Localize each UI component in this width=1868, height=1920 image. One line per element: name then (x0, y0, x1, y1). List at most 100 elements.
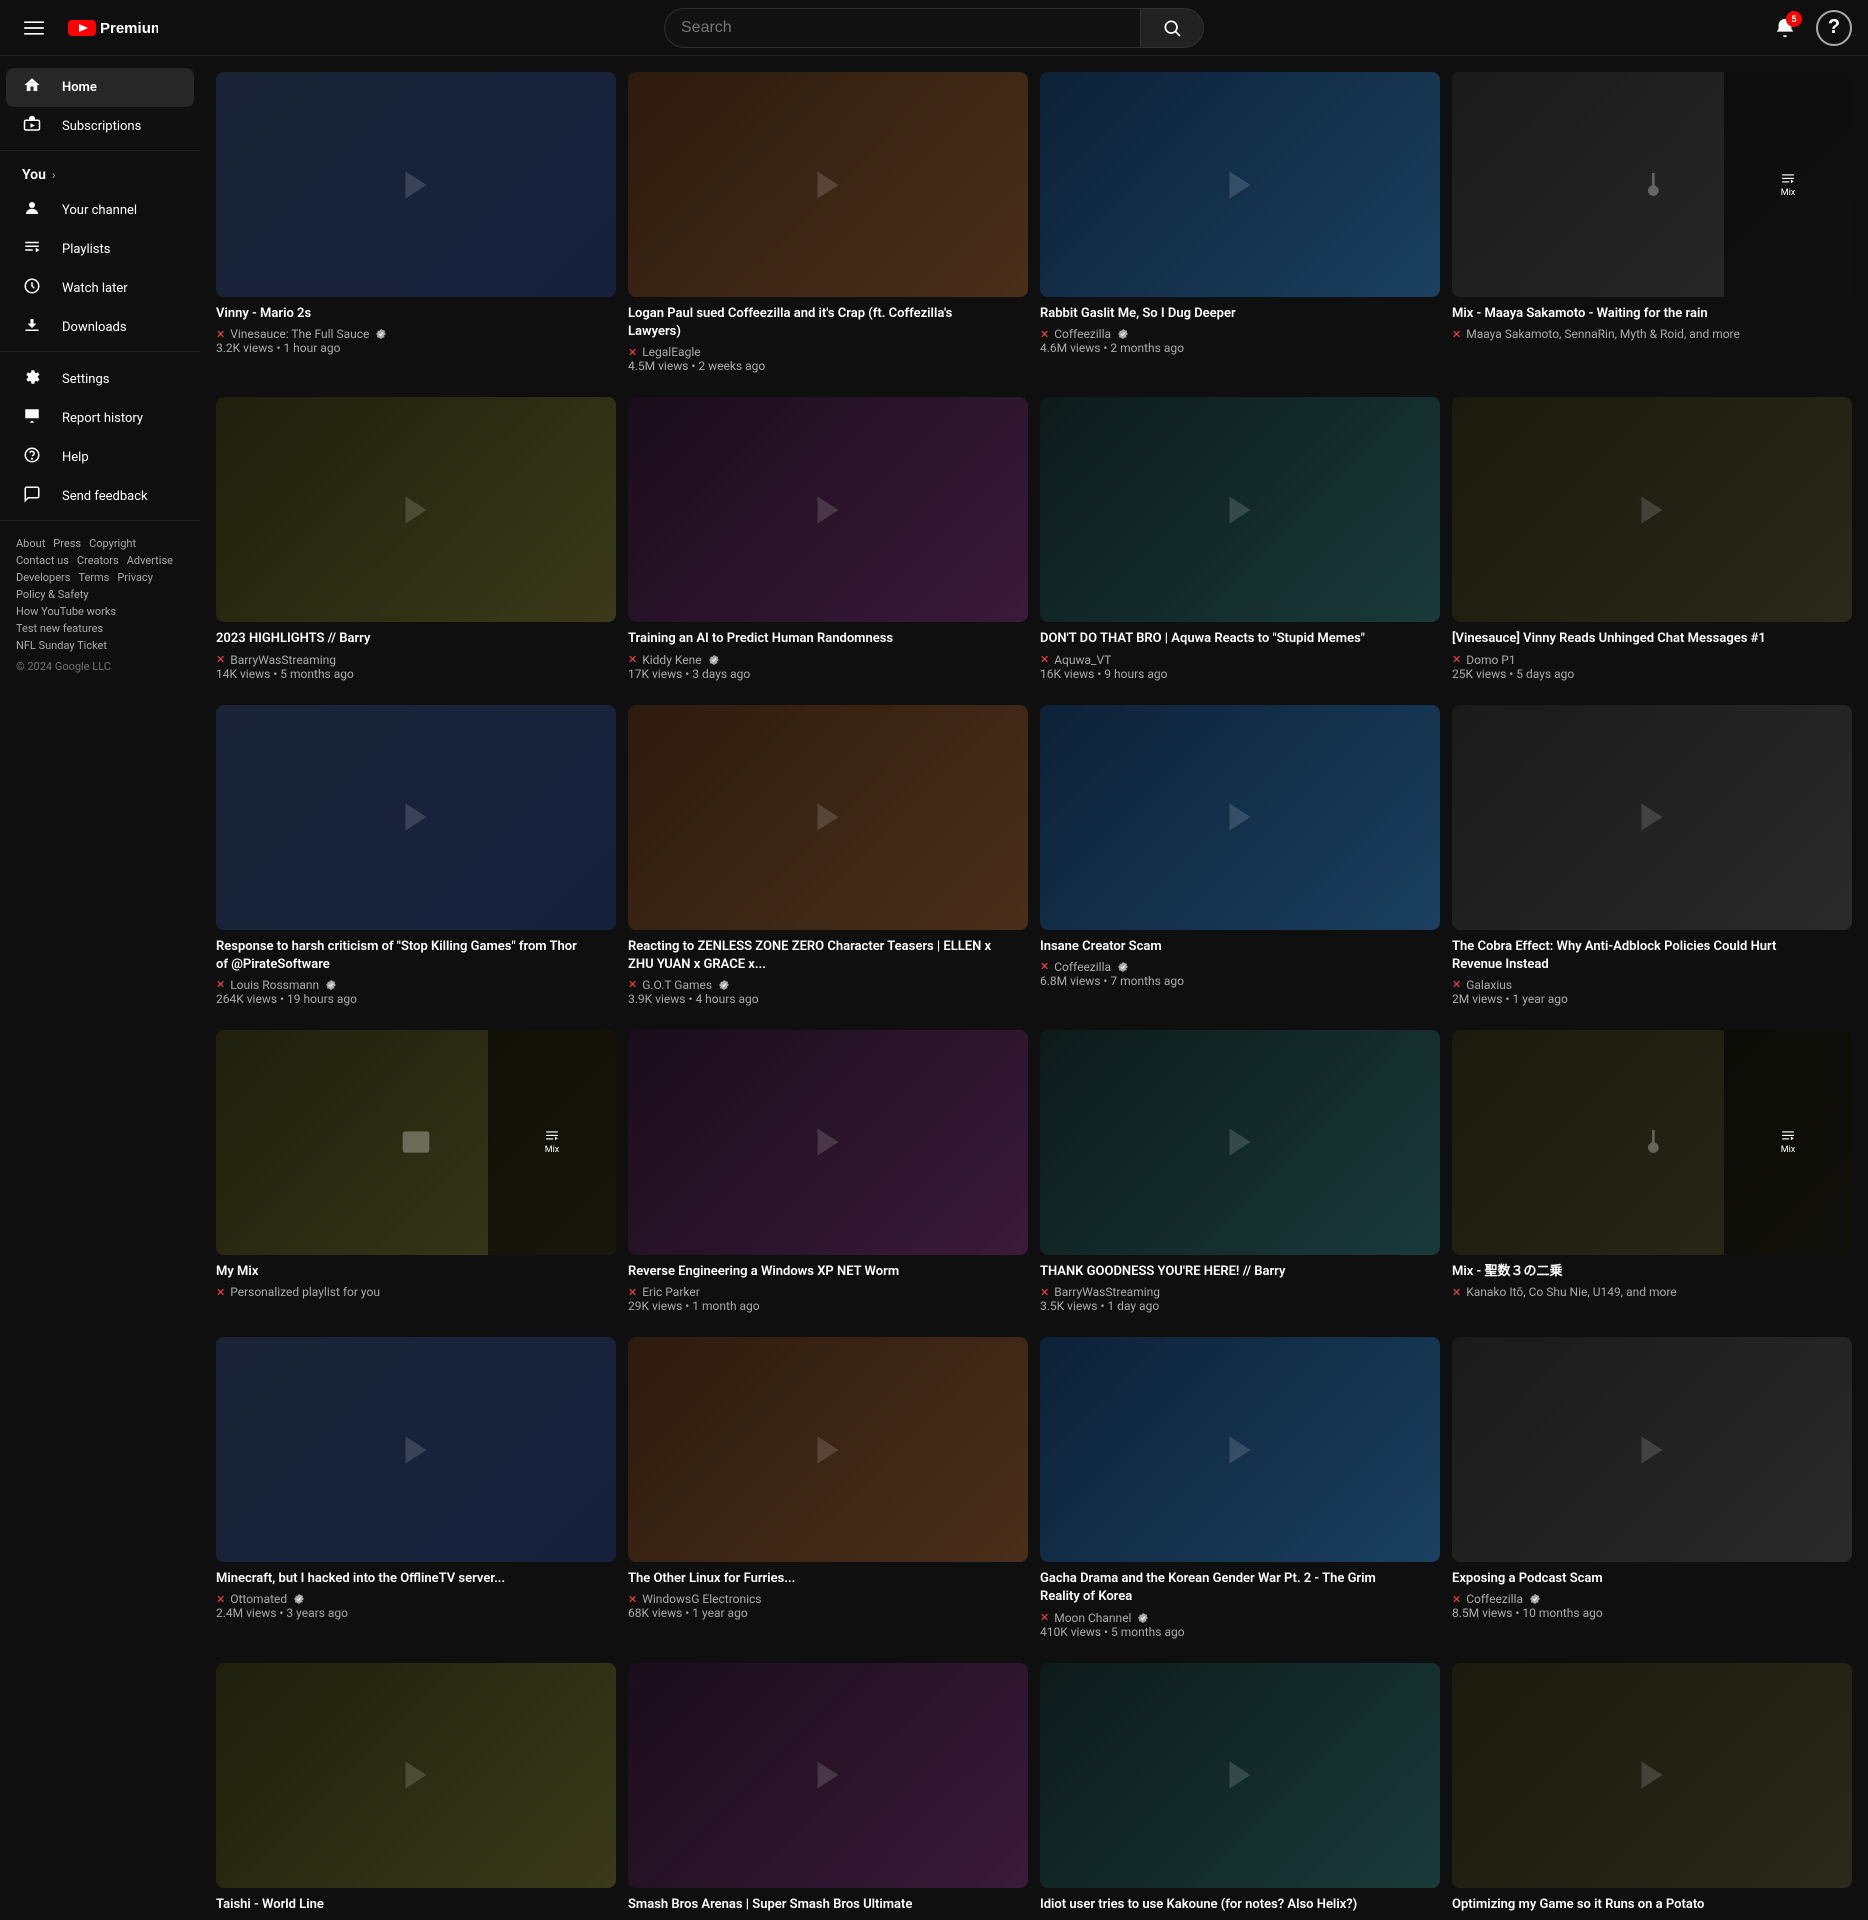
video-card[interactable]: Reacting to ZENLESS ZONE ZERO Character … (628, 705, 1028, 1014)
sidebar-item-subscriptions[interactable]: Subscriptions (6, 107, 194, 146)
video-channel[interactable]: ✕ SplatBri Twitch Archives (628, 1918, 996, 1920)
video-card[interactable]: Taishi - World Line ✕ Talvi 94K views • … (216, 1663, 616, 1920)
sidebar-item-report-history[interactable]: Report history (6, 399, 194, 438)
video-card[interactable]: Idiot user tries to use Kakoune (for not… (1040, 1663, 1440, 1920)
sidebar-item-your-channel[interactable]: Your channel (6, 191, 194, 230)
video-info: Insane Creator Scam ✕ Coffeezilla 6.8M v… (1040, 930, 1440, 996)
video-channel[interactable]: ✕ By Default (1040, 1918, 1408, 1920)
video-stats: 14K views • 5 months ago (216, 667, 584, 681)
footer-terms[interactable]: Terms (78, 571, 109, 584)
video-channel[interactable]: ✕ Coffeezilla (1452, 1592, 1820, 1606)
video-channel[interactable]: ✕ Louis Rossmann (216, 978, 584, 992)
video-card[interactable]: Mix Mix - 聖数３の二乗 ✕ Kanako Itō, Co Shu Ni… (1452, 1030, 1852, 1321)
video-meta: Vinny - Mario 2s ✕ Vinesauce: The Full S… (216, 305, 584, 355)
sidebar-you-button[interactable]: You › (6, 159, 194, 191)
footer-advertise[interactable]: Advertise (127, 554, 173, 567)
video-channel[interactable]: ✕ WindowsG Electronics (628, 1592, 996, 1606)
video-channel[interactable]: ✕ Vinesauce: The Full Sauce (216, 327, 584, 341)
video-channel[interactable]: ✕ Moon Channel (1040, 1611, 1408, 1625)
video-thumbnail: Mix (1452, 72, 1852, 297)
video-card[interactable]: Mix My Mix ✕ Personalized playlist for y… (216, 1030, 616, 1321)
video-title: Training an AI to Predict Human Randomne… (628, 630, 996, 648)
video-card[interactable]: The Other Linux for Furries... ✕ Windows… (628, 1337, 1028, 1646)
youtube-logo[interactable]: Premium (68, 18, 158, 38)
sidebar-item-send-feedback[interactable]: Send feedback (6, 477, 194, 516)
video-stats: 4.6M views • 2 months ago (1040, 341, 1408, 355)
footer-creators[interactable]: Creators (77, 554, 119, 567)
help-button[interactable]: ? (1816, 10, 1852, 46)
video-card[interactable]: DON'T DO THAT BRO | Aquwa Reacts to "Stu… (1040, 397, 1440, 688)
video-channel[interactable]: ✕ BarryWasStreaming (1040, 1285, 1408, 1299)
video-thumbnail (628, 705, 1028, 930)
video-channel[interactable]: ✕ Maaya Sakamoto, SennaRin, Myth & Roid,… (1452, 327, 1820, 341)
footer-policy[interactable]: Policy & Safety (16, 588, 89, 601)
video-card[interactable]: Rabbit Gaslit Me, So I Dug Deeper ✕ Coff… (1040, 72, 1440, 381)
video-channel[interactable]: ✕ Kiddy Kene (628, 653, 996, 667)
video-card[interactable]: Exposing a Podcast Scam ✕ Coffeezilla 8.… (1452, 1337, 1852, 1646)
video-thumbnail (1040, 705, 1440, 930)
video-channel[interactable]: ✕ Eric Parker (628, 1285, 996, 1299)
video-channel[interactable]: ✕ BarryWasStreaming (216, 653, 584, 667)
video-channel[interactable]: ✕ Galaxius (1452, 978, 1820, 992)
video-card[interactable]: Reverse Engineering a Windows XP NET Wor… (628, 1030, 1028, 1321)
video-channel[interactable]: ✕ Talvi (216, 1918, 584, 1920)
channel-name: Coffeezilla (1466, 1592, 1523, 1606)
video-card[interactable]: Vinny - Mario 2s ✕ Vinesauce: The Full S… (216, 72, 616, 381)
video-card[interactable]: Training an AI to Predict Human Randomne… (628, 397, 1028, 688)
footer-contact[interactable]: Contact us (16, 554, 69, 567)
video-channel[interactable]: ✕ G.O.T Games (628, 978, 996, 992)
video-channel[interactable]: ✕ Aquwa_VT (1040, 653, 1408, 667)
help-icon (22, 446, 42, 469)
menu-button[interactable] (16, 10, 52, 46)
video-channel[interactable]: ✕ Coffeezilla (1040, 327, 1408, 341)
video-card[interactable]: Logan Paul sued Coffeezilla and it's Cra… (628, 72, 1028, 381)
footer-copyright[interactable]: Copyright (89, 537, 136, 550)
footer-nfl[interactable]: NFL Sunday Ticket (16, 639, 107, 652)
sidebar-item-playlists[interactable]: Playlists (6, 230, 194, 269)
footer-privacy[interactable]: Privacy (117, 571, 153, 584)
search-input[interactable] (664, 8, 1140, 48)
video-channel[interactable]: ✕ Kanako Itō, Co Shu Nie, U149, and more (1452, 1285, 1820, 1299)
video-card[interactable]: 2023 HIGHLIGHTS // Barry ✕ BarryWasStrea… (216, 397, 616, 688)
video-info: My Mix ✕ Personalized playlist for you ⋮ (216, 1255, 616, 1307)
video-card[interactable]: Mix Mix - Maaya Sakamoto - Waiting for t… (1452, 72, 1852, 381)
channel-x-icon: ✕ (216, 653, 225, 666)
video-channel[interactable]: ✕ Domo P1 (1452, 653, 1820, 667)
settings-icon (22, 368, 42, 391)
video-card[interactable]: Insane Creator Scam ✕ Coffeezilla 6.8M v… (1040, 705, 1440, 1014)
sidebar-item-home[interactable]: Home (6, 68, 194, 107)
search-button[interactable] (1140, 8, 1204, 48)
svg-text:Premium: Premium (100, 20, 158, 37)
footer-press[interactable]: Press (53, 537, 81, 550)
video-channel[interactable]: ✕ LegalEagle (628, 345, 996, 359)
video-card[interactable]: Smash Bros Arenas | Super Smash Bros Ult… (628, 1663, 1028, 1920)
sidebar-item-downloads[interactable]: Downloads (6, 308, 194, 347)
video-channel[interactable]: ✕ Coffeezilla (1040, 960, 1408, 974)
video-card[interactable]: Minecraft, but I hacked into the Offline… (216, 1337, 616, 1646)
footer-about[interactable]: About (16, 537, 45, 550)
video-card[interactable]: Optimizing my Game so it Runs on a Potat… (1452, 1663, 1852, 1920)
video-channel[interactable]: ✕ Ottomated (216, 1592, 584, 1606)
video-title: [Vinesauce] Vinny Reads Unhinged Chat Me… (1452, 630, 1820, 648)
video-card[interactable]: [Vinesauce] Vinny Reads Unhinged Chat Me… (1452, 397, 1852, 688)
video-card[interactable]: Response to harsh criticism of "Stop Kil… (216, 705, 616, 1014)
sidebar-item-settings[interactable]: Settings (6, 360, 194, 399)
video-card[interactable]: THANK GOODNESS YOU'RE HERE! // Barry ✕ B… (1040, 1030, 1440, 1321)
sidebar-item-help[interactable]: Help (6, 438, 194, 477)
video-channel[interactable]: ✕ Blargis (1452, 1918, 1820, 1920)
notifications-button[interactable]: 5 (1766, 9, 1804, 47)
video-thumbnail (1452, 705, 1852, 930)
subscriptions-label: Subscriptions (62, 119, 141, 134)
video-info: Gacha Drama and the Korean Gender War Pt… (1040, 1562, 1440, 1646)
downloads-icon (22, 316, 42, 339)
video-channel[interactable]: ✕ Personalized playlist for you (216, 1285, 584, 1299)
video-meta: [Vinesauce] Vinny Reads Unhinged Chat Me… (1452, 630, 1820, 680)
video-stats: 6.8M views • 7 months ago (1040, 974, 1408, 988)
sidebar-item-watch-later[interactable]: Watch later (6, 269, 194, 308)
video-card[interactable]: Gacha Drama and the Korean Gender War Pt… (1040, 1337, 1440, 1646)
footer-test-features[interactable]: Test new features (16, 622, 103, 635)
video-card[interactable]: The Cobra Effect: Why Anti-Adblock Polic… (1452, 705, 1852, 1014)
footer-developers[interactable]: Developers (16, 571, 70, 584)
footer-how-works[interactable]: How YouTube works (16, 605, 116, 618)
report-history-icon (22, 407, 42, 430)
